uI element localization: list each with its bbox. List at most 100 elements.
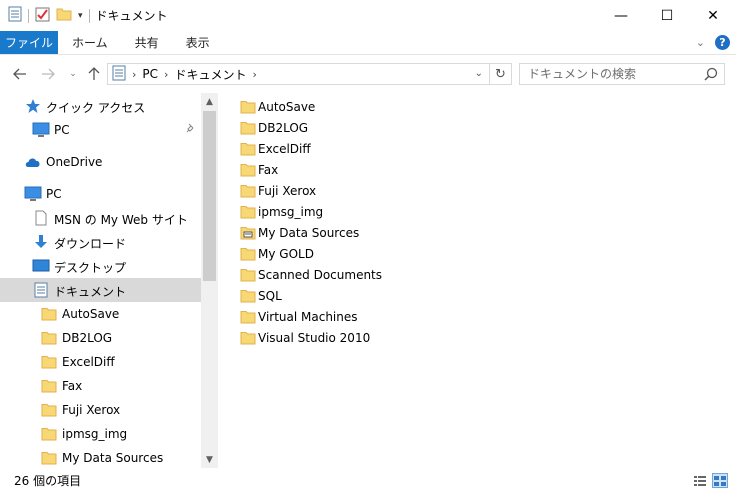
folder-icon — [40, 329, 58, 347]
star-icon — [24, 97, 42, 115]
expand-ribbon-icon[interactable]: ⌄ — [696, 36, 705, 49]
cloud-icon — [24, 153, 42, 171]
folder-icon — [240, 141, 256, 157]
navigation-bar: ⌄ › PC › ドキュメント › ⌄ ↻ — [0, 55, 736, 93]
list-item[interactable]: Fax — [240, 159, 278, 180]
list-item-label: My Data Sources — [258, 225, 360, 240]
ribbon-right-controls: ⌄ ? — [696, 35, 730, 50]
new-folder-icon[interactable] — [56, 6, 72, 25]
folder-icon — [240, 99, 256, 115]
sidebar-item[interactable]: PC — [0, 118, 201, 142]
folder-icon — [40, 353, 58, 371]
chevron-right-icon[interactable]: › — [164, 68, 168, 81]
sidebar-item[interactable]: DB2LOG — [0, 326, 201, 350]
properties-icon[interactable] — [35, 7, 50, 25]
list-item[interactable]: SQL — [240, 285, 282, 306]
sidebar-item[interactable]: デスクトップ — [0, 254, 201, 278]
list-item-label: SQL — [258, 288, 282, 303]
sidebar-item[interactable]: ExcelDiff — [0, 350, 201, 374]
list-item[interactable]: DB2LOG — [240, 117, 308, 138]
sidebar-item-label: Fuji Xerox — [62, 403, 121, 417]
quick-access-toolbar: ▾ — [8, 6, 90, 25]
scroll-up-button[interactable]: ▲ — [201, 93, 218, 110]
list-item[interactable]: ipmsg_img — [240, 201, 323, 222]
sidebar-item[interactable]: Fuji Xerox — [0, 398, 201, 422]
forward-button[interactable] — [37, 63, 59, 85]
up-button[interactable] — [83, 63, 105, 85]
chevron-right-icon[interactable]: › — [132, 68, 136, 81]
list-item[interactable]: AutoSave — [240, 96, 315, 117]
tab-share[interactable]: 共有 — [121, 31, 172, 54]
search-box[interactable] — [519, 63, 725, 85]
list-item-label: ExcelDiff — [258, 141, 311, 156]
sidebar-item[interactable]: My Data Sources — [0, 446, 201, 468]
sidebar-item-label: DB2LOG — [62, 331, 113, 345]
chevron-right-icon[interactable]: › — [252, 68, 256, 81]
folder-icon — [240, 204, 256, 220]
folder-icon — [240, 309, 256, 325]
customize-toolbar-icon[interactable]: ▾ — [78, 11, 83, 21]
list-item-label: Visual Studio 2010 — [258, 330, 371, 345]
sidebar-item[interactable]: AutoSave — [0, 302, 201, 326]
details-view-button[interactable] — [692, 473, 708, 488]
list-item[interactable]: Scanned Documents — [240, 264, 382, 285]
tab-file[interactable]: ファイル — [0, 31, 58, 54]
sidebar-item[interactable]: ドキュメント — [0, 278, 201, 302]
list-item[interactable]: My GOLD — [240, 243, 314, 264]
address-history-dropdown[interactable]: ⌄ — [475, 68, 483, 79]
close-button[interactable]: ✕ — [690, 0, 736, 31]
help-icon[interactable]: ? — [715, 35, 730, 50]
sidebar-item-label: OneDrive — [46, 155, 103, 169]
sidebar-item[interactable]: MSN の My Web サイト — [0, 206, 201, 230]
list-item[interactable]: Visual Studio 2010 — [240, 327, 370, 348]
document-icon — [32, 209, 50, 227]
window-documents-icon[interactable] — [8, 6, 22, 25]
folder-icon — [240, 246, 256, 262]
sidebar-item-label: デスクトップ — [54, 261, 127, 275]
navigation-scrollbar[interactable]: ▲ ▼ — [201, 93, 218, 468]
folder-icon — [40, 425, 58, 443]
search-icon[interactable] — [704, 67, 718, 84]
sidebar-item-label: ExcelDiff — [62, 355, 115, 369]
tab-home[interactable]: ホーム — [58, 31, 121, 54]
desktop-icon — [32, 257, 50, 275]
scroll-thumb[interactable] — [203, 111, 216, 281]
window-title: ドキュメント — [95, 9, 168, 23]
folder-icon — [240, 183, 256, 199]
refresh-button[interactable]: ↻ — [489, 64, 511, 84]
sidebar-item[interactable]: ipmsg_img — [0, 422, 201, 446]
breadcrumb: › PC › ドキュメント › — [112, 65, 257, 84]
window-controls: — ☐ ✕ — [598, 0, 736, 31]
folder-icon — [240, 288, 256, 304]
scroll-down-button[interactable]: ▼ — [201, 451, 218, 468]
data-sources-folder-icon — [240, 225, 256, 241]
sidebar-item[interactable]: ダウンロード — [0, 230, 201, 254]
sidebar-item[interactable]: PC — [0, 182, 201, 206]
address-bar[interactable]: › PC › ドキュメント › ⌄ ↻ — [107, 63, 512, 85]
list-item-label: My GOLD — [258, 246, 314, 261]
list-item[interactable]: Fuji Xerox — [240, 180, 316, 201]
list-item[interactable]: ExcelDiff — [240, 138, 311, 159]
navigation-pane: クイック アクセス PC OneDrive PC MSN の My Web サイト ダウン… — [0, 93, 218, 468]
recent-locations-button[interactable]: ⌄ — [62, 63, 84, 85]
list-item-label: DB2LOG — [258, 120, 309, 135]
breadcrumb-documents[interactable]: ドキュメント — [174, 66, 246, 83]
list-item[interactable]: My Data Sources — [240, 222, 359, 243]
sidebar-item-label: PC — [46, 187, 62, 201]
sidebar-item-label: ipmsg_img — [62, 427, 128, 441]
maximize-button[interactable]: ☐ — [644, 0, 690, 31]
tab-view[interactable]: 表示 — [172, 31, 223, 54]
sidebar-item[interactable]: Fax — [0, 374, 201, 398]
pin-icon[interactable] — [186, 123, 196, 136]
breadcrumb-pc[interactable]: PC — [142, 67, 158, 81]
search-input[interactable] — [528, 67, 698, 81]
folder-icon — [40, 449, 58, 467]
large-icons-view-button[interactable] — [712, 473, 728, 488]
pc-icon — [24, 185, 42, 203]
list-item[interactable]: Virtual Machines — [240, 306, 358, 327]
minimize-button[interactable]: — — [598, 0, 644, 31]
sidebar-item-label: Fax — [62, 379, 83, 393]
sidebar-item[interactable]: クイック アクセス — [0, 94, 201, 118]
sidebar-item[interactable]: OneDrive — [0, 150, 201, 174]
back-button[interactable] — [9, 63, 31, 85]
